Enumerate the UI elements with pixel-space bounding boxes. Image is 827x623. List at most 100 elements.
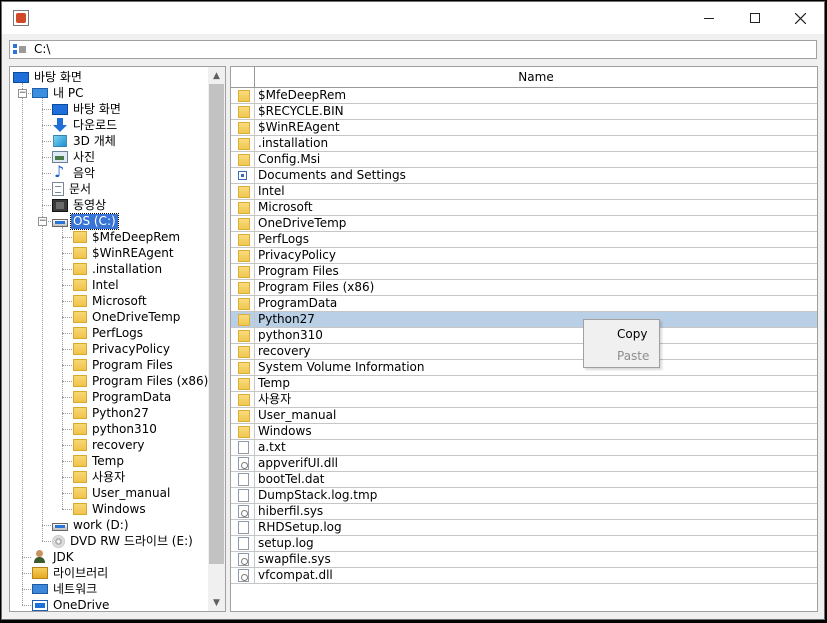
folder-tree[interactable]: ▲ ▼ −−바탕 화면내 PC바탕 화면다운로드3D 개체사진음악문서동영상OS… (9, 66, 226, 612)
list-row[interactable]: $RECYCLE.BIN (231, 104, 817, 120)
tree-connector-line (42, 189, 51, 190)
scroll-up-icon[interactable]: ▲ (208, 67, 225, 84)
tree-item[interactable]: PrivacyPolicy (73, 341, 172, 357)
tree-item[interactable]: 바탕 화면 (13, 69, 84, 85)
list-row[interactable]: Program Files (231, 264, 817, 280)
tree-item[interactable]: Intel (73, 277, 121, 293)
tree-item[interactable]: 동영상 (52, 197, 108, 213)
menu-item-copy[interactable]: Copy (584, 324, 659, 344)
list-row[interactable]: PrivacyPolicy (231, 248, 817, 264)
list-row[interactable]: System Volume Information (231, 360, 817, 376)
file-list[interactable]: Name $MfeDeepRem $RECYCLE.BIN $WinREAgent.… (230, 66, 818, 612)
tree-item[interactable]: ProgramData (73, 389, 173, 405)
collapse-drive-c-icon[interactable]: − (38, 217, 47, 226)
folder-icon (238, 298, 250, 310)
close-button[interactable] (777, 2, 823, 34)
tree-item[interactable]: DVD RW 드라이브 (E:) (52, 533, 195, 549)
tree-item[interactable]: JDK (32, 549, 76, 565)
tree-item[interactable]: 바탕 화면 (52, 101, 123, 117)
header-icon-column (231, 67, 255, 87)
tree-item[interactable]: Windows (73, 501, 148, 517)
scroll-down-icon[interactable]: ▼ (208, 594, 225, 611)
tree-item[interactable]: OneDrive (32, 597, 111, 612)
list-row[interactable]: $MfeDeepRem (231, 88, 817, 104)
list-row[interactable]: User_manual (231, 408, 817, 424)
list-row-icon-cell (231, 392, 255, 407)
folder-icon (73, 295, 87, 307)
tree-item[interactable]: 네트워크 (32, 581, 99, 597)
list-row[interactable]: swapfile.sys (231, 552, 817, 568)
tree-item[interactable]: 사용자 (73, 469, 127, 485)
tree-item[interactable]: Python27 (73, 405, 151, 421)
list-row[interactable]: 사용자 (231, 392, 817, 408)
tree-item[interactable]: Microsoft (73, 293, 149, 309)
list-row[interactable]: a.txt (231, 440, 817, 456)
folder-icon (238, 378, 250, 390)
tree-scroll-thumb[interactable] (209, 84, 224, 564)
tree-item-label: 바탕 화면 (73, 101, 121, 116)
list-row[interactable]: Python27 (231, 312, 817, 328)
minimize-button[interactable] (686, 2, 732, 34)
download-icon (52, 118, 68, 132)
tree-item[interactable]: 문서 (52, 181, 93, 197)
list-row[interactable]: PerfLogs (231, 232, 817, 248)
tree-item[interactable]: Temp (73, 453, 126, 469)
tree-item-label: OS (C:) (70, 212, 119, 230)
list-row-icon-cell (231, 488, 255, 503)
list-row[interactable]: RHDSetup.log (231, 520, 817, 536)
menu-item-paste[interactable]: Paste (584, 346, 659, 366)
list-row[interactable]: bootTel.dat (231, 472, 817, 488)
tree-item[interactable]: python310 (73, 421, 159, 437)
tree-item-label: $MfeDeepRem (92, 229, 181, 244)
list-row[interactable]: setup.log (231, 536, 817, 552)
file-icon (238, 473, 249, 486)
title-bar[interactable] (2, 2, 824, 34)
tree-item[interactable]: Program Files (73, 357, 175, 373)
list-row[interactable]: python310 (231, 328, 817, 344)
tree-item[interactable]: work (D:) (52, 517, 131, 533)
tree-item[interactable]: 다운로드 (52, 117, 119, 133)
tree-item[interactable]: 라이브러리 (32, 565, 110, 581)
tree-connector-line (62, 461, 72, 462)
tree-item[interactable]: 내 PC (32, 85, 85, 101)
maximize-button[interactable] (732, 2, 778, 34)
list-row[interactable]: Config.Msi (231, 152, 817, 168)
folder-icon (73, 247, 87, 259)
tree-item[interactable]: User_manual (73, 485, 172, 501)
list-row[interactable]: OneDriveTemp (231, 216, 817, 232)
list-row[interactable]: appverifUI.dll (231, 456, 817, 472)
tree-item[interactable]: $WinREAgent (73, 245, 176, 261)
tree-item[interactable]: OneDriveTemp (73, 309, 182, 325)
tree-item[interactable]: Program Files (x86) (73, 373, 210, 389)
tree-item[interactable]: OS (C:) (52, 212, 119, 230)
list-row[interactable]: Temp (231, 376, 817, 392)
tree-item[interactable]: PerfLogs (73, 325, 145, 341)
tree-item-label: Windows (92, 501, 146, 516)
collapse-pc-icon[interactable]: − (18, 89, 27, 98)
list-row[interactable]: ProgramData (231, 296, 817, 312)
desktop-icon (13, 71, 29, 83)
list-row[interactable]: Program Files (x86) (231, 280, 817, 296)
folder-icon (73, 503, 87, 515)
path-field[interactable]: C:\ (9, 40, 817, 59)
list-row[interactable]: recovery (231, 344, 817, 360)
list-row-name: setup.log (258, 536, 314, 550)
list-row[interactable]: .installation (231, 136, 817, 152)
tree-item[interactable]: recovery (73, 437, 147, 453)
list-row[interactable]: $WinREAgent (231, 120, 817, 136)
tree-item[interactable]: 3D 개체 (52, 133, 118, 149)
list-row-icon-cell (231, 168, 255, 183)
list-row[interactable]: Intel (231, 184, 817, 200)
column-header-name[interactable]: Name (255, 70, 817, 84)
tree-item-label: OneDrive (53, 597, 110, 612)
list-row[interactable]: Documents and Settings (231, 168, 817, 184)
list-row[interactable]: Microsoft (231, 200, 817, 216)
tree-item[interactable]: $MfeDeepRem (73, 229, 182, 245)
tree-scrollbar[interactable]: ▲ ▼ (208, 67, 225, 611)
list-row[interactable]: Windows (231, 424, 817, 440)
tree-item[interactable]: 음악 (52, 162, 97, 181)
list-row[interactable]: hiberfil.sys (231, 504, 817, 520)
list-row[interactable]: DumpStack.log.tmp (231, 488, 817, 504)
tree-item[interactable]: .installation (73, 261, 164, 277)
list-row[interactable]: vfcompat.dll (231, 568, 817, 584)
